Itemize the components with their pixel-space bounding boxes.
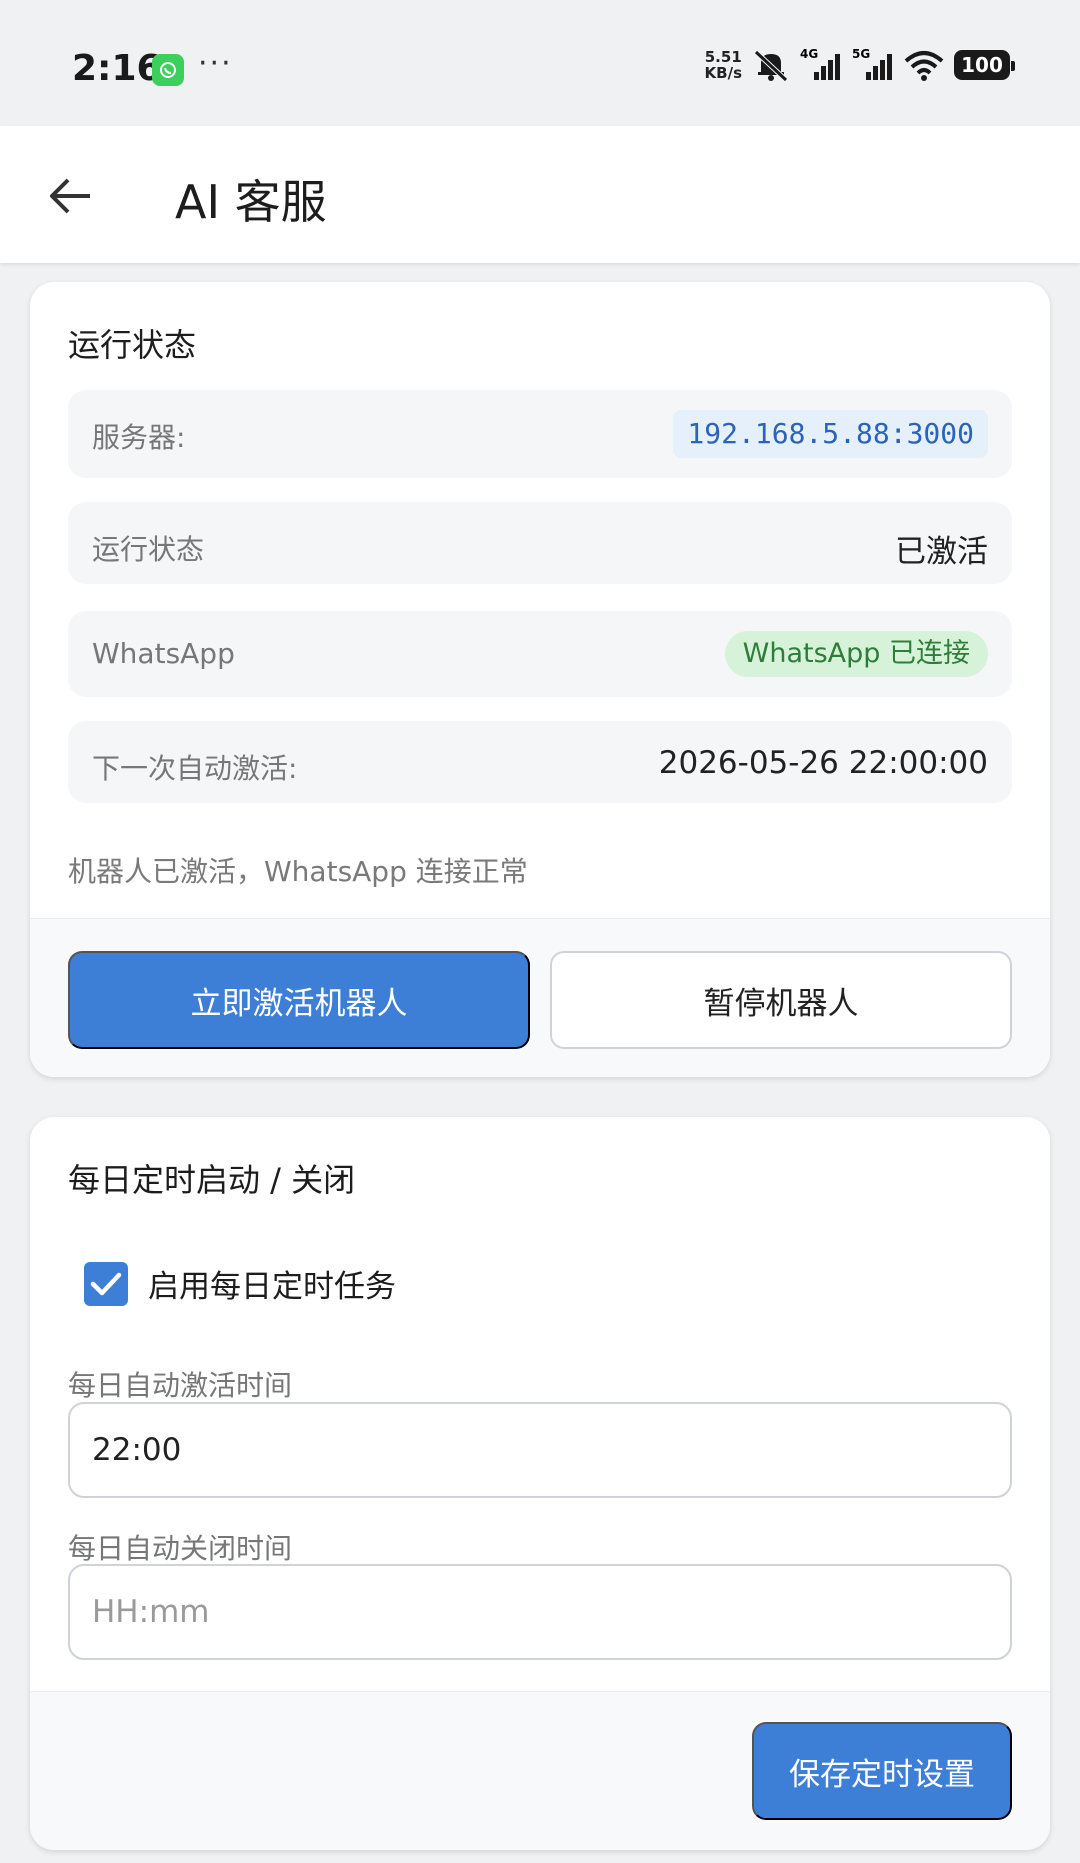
next-activation-value: 2026-05-26 22:00:00 bbox=[658, 745, 988, 781]
status-row: 运行状态 已激活 bbox=[68, 502, 1012, 584]
schedule-title: 每日定时启动 / 关闭 bbox=[68, 1161, 356, 1199]
signal-5g-label: 5G bbox=[852, 48, 870, 61]
enable-schedule-toggle[interactable]: 启用每日定时任务 bbox=[84, 1261, 396, 1306]
run-status-card: 运行状态 服务器: 192.168.5.88:3000 运行状态 已激活 Wha… bbox=[30, 282, 1050, 1077]
status-bar: 2:16 ··· 5.51 KB/s 4G 5G 100 bbox=[0, 0, 1080, 126]
next-activation-label: 下一次自动激活: bbox=[92, 752, 298, 785]
save-schedule-button[interactable]: 保存定时设置 bbox=[752, 1722, 1012, 1820]
battery-icon: 100 bbox=[954, 50, 1015, 80]
network-speed: 5.51 KB/s bbox=[705, 49, 742, 81]
enable-schedule-checkbox[interactable] bbox=[84, 1261, 128, 1306]
schedule-card: 每日定时启动 / 关闭 启用每日定时任务 每日自动激活时间 每日自动关闭时间 保… bbox=[30, 1117, 1050, 1850]
status-label: 运行状态 bbox=[92, 533, 205, 566]
wifi-icon bbox=[904, 49, 944, 81]
signal-5g-icon: 5G bbox=[852, 48, 894, 82]
status-icons: 5.51 KB/s 4G 5G 100 bbox=[705, 48, 1015, 82]
signal-4g-icon: 4G bbox=[800, 48, 842, 82]
status-time: 2:16 bbox=[72, 48, 162, 89]
activate-time-label: 每日自动激活时间 bbox=[68, 1369, 293, 1402]
server-row: 服务器: 192.168.5.88:3000 bbox=[68, 390, 1012, 478]
status-value: 已激活 bbox=[895, 534, 988, 570]
app-bar: AI 客服 bbox=[0, 126, 1080, 263]
page-title: AI 客服 bbox=[175, 175, 327, 229]
mute-bell-icon bbox=[752, 48, 790, 82]
next-activation-row: 下一次自动激活: 2026-05-26 22:00:00 bbox=[68, 721, 1012, 803]
arrow-left-icon bbox=[50, 178, 90, 214]
pause-bot-button[interactable]: 暂停机器人 bbox=[550, 951, 1012, 1049]
whatsapp-notification-icon bbox=[152, 54, 184, 86]
activate-time-input[interactable] bbox=[68, 1402, 1012, 1498]
signal-4g-label: 4G bbox=[800, 48, 818, 61]
network-speed-unit: KB/s bbox=[704, 64, 742, 82]
run-actions: 立即激活机器人 暂停机器人 bbox=[30, 918, 1050, 1077]
close-time-input[interactable] bbox=[68, 1564, 1012, 1660]
server-address: 192.168.5.88:3000 bbox=[673, 410, 988, 458]
enable-schedule-label: 启用每日定时任务 bbox=[148, 1269, 396, 1305]
whatsapp-row: WhatsApp WhatsApp 已连接 bbox=[68, 611, 1012, 697]
back-button[interactable] bbox=[40, 166, 100, 226]
server-label: 服务器: bbox=[92, 421, 186, 454]
whatsapp-status-badge: WhatsApp 已连接 bbox=[724, 631, 988, 677]
run-status-title: 运行状态 bbox=[68, 326, 197, 364]
activate-bot-button[interactable]: 立即激活机器人 bbox=[68, 951, 530, 1049]
schedule-actions: 保存定时设置 bbox=[30, 1691, 1050, 1850]
more-notifications-icon: ··· bbox=[198, 46, 233, 81]
status-summary: 机器人已激活，WhatsApp 连接正常 bbox=[68, 855, 528, 888]
close-time-label: 每日自动关闭时间 bbox=[68, 1532, 293, 1565]
network-speed-value: 5.51 bbox=[704, 48, 742, 66]
whatsapp-label: WhatsApp bbox=[92, 637, 235, 670]
check-icon bbox=[90, 1272, 122, 1295]
